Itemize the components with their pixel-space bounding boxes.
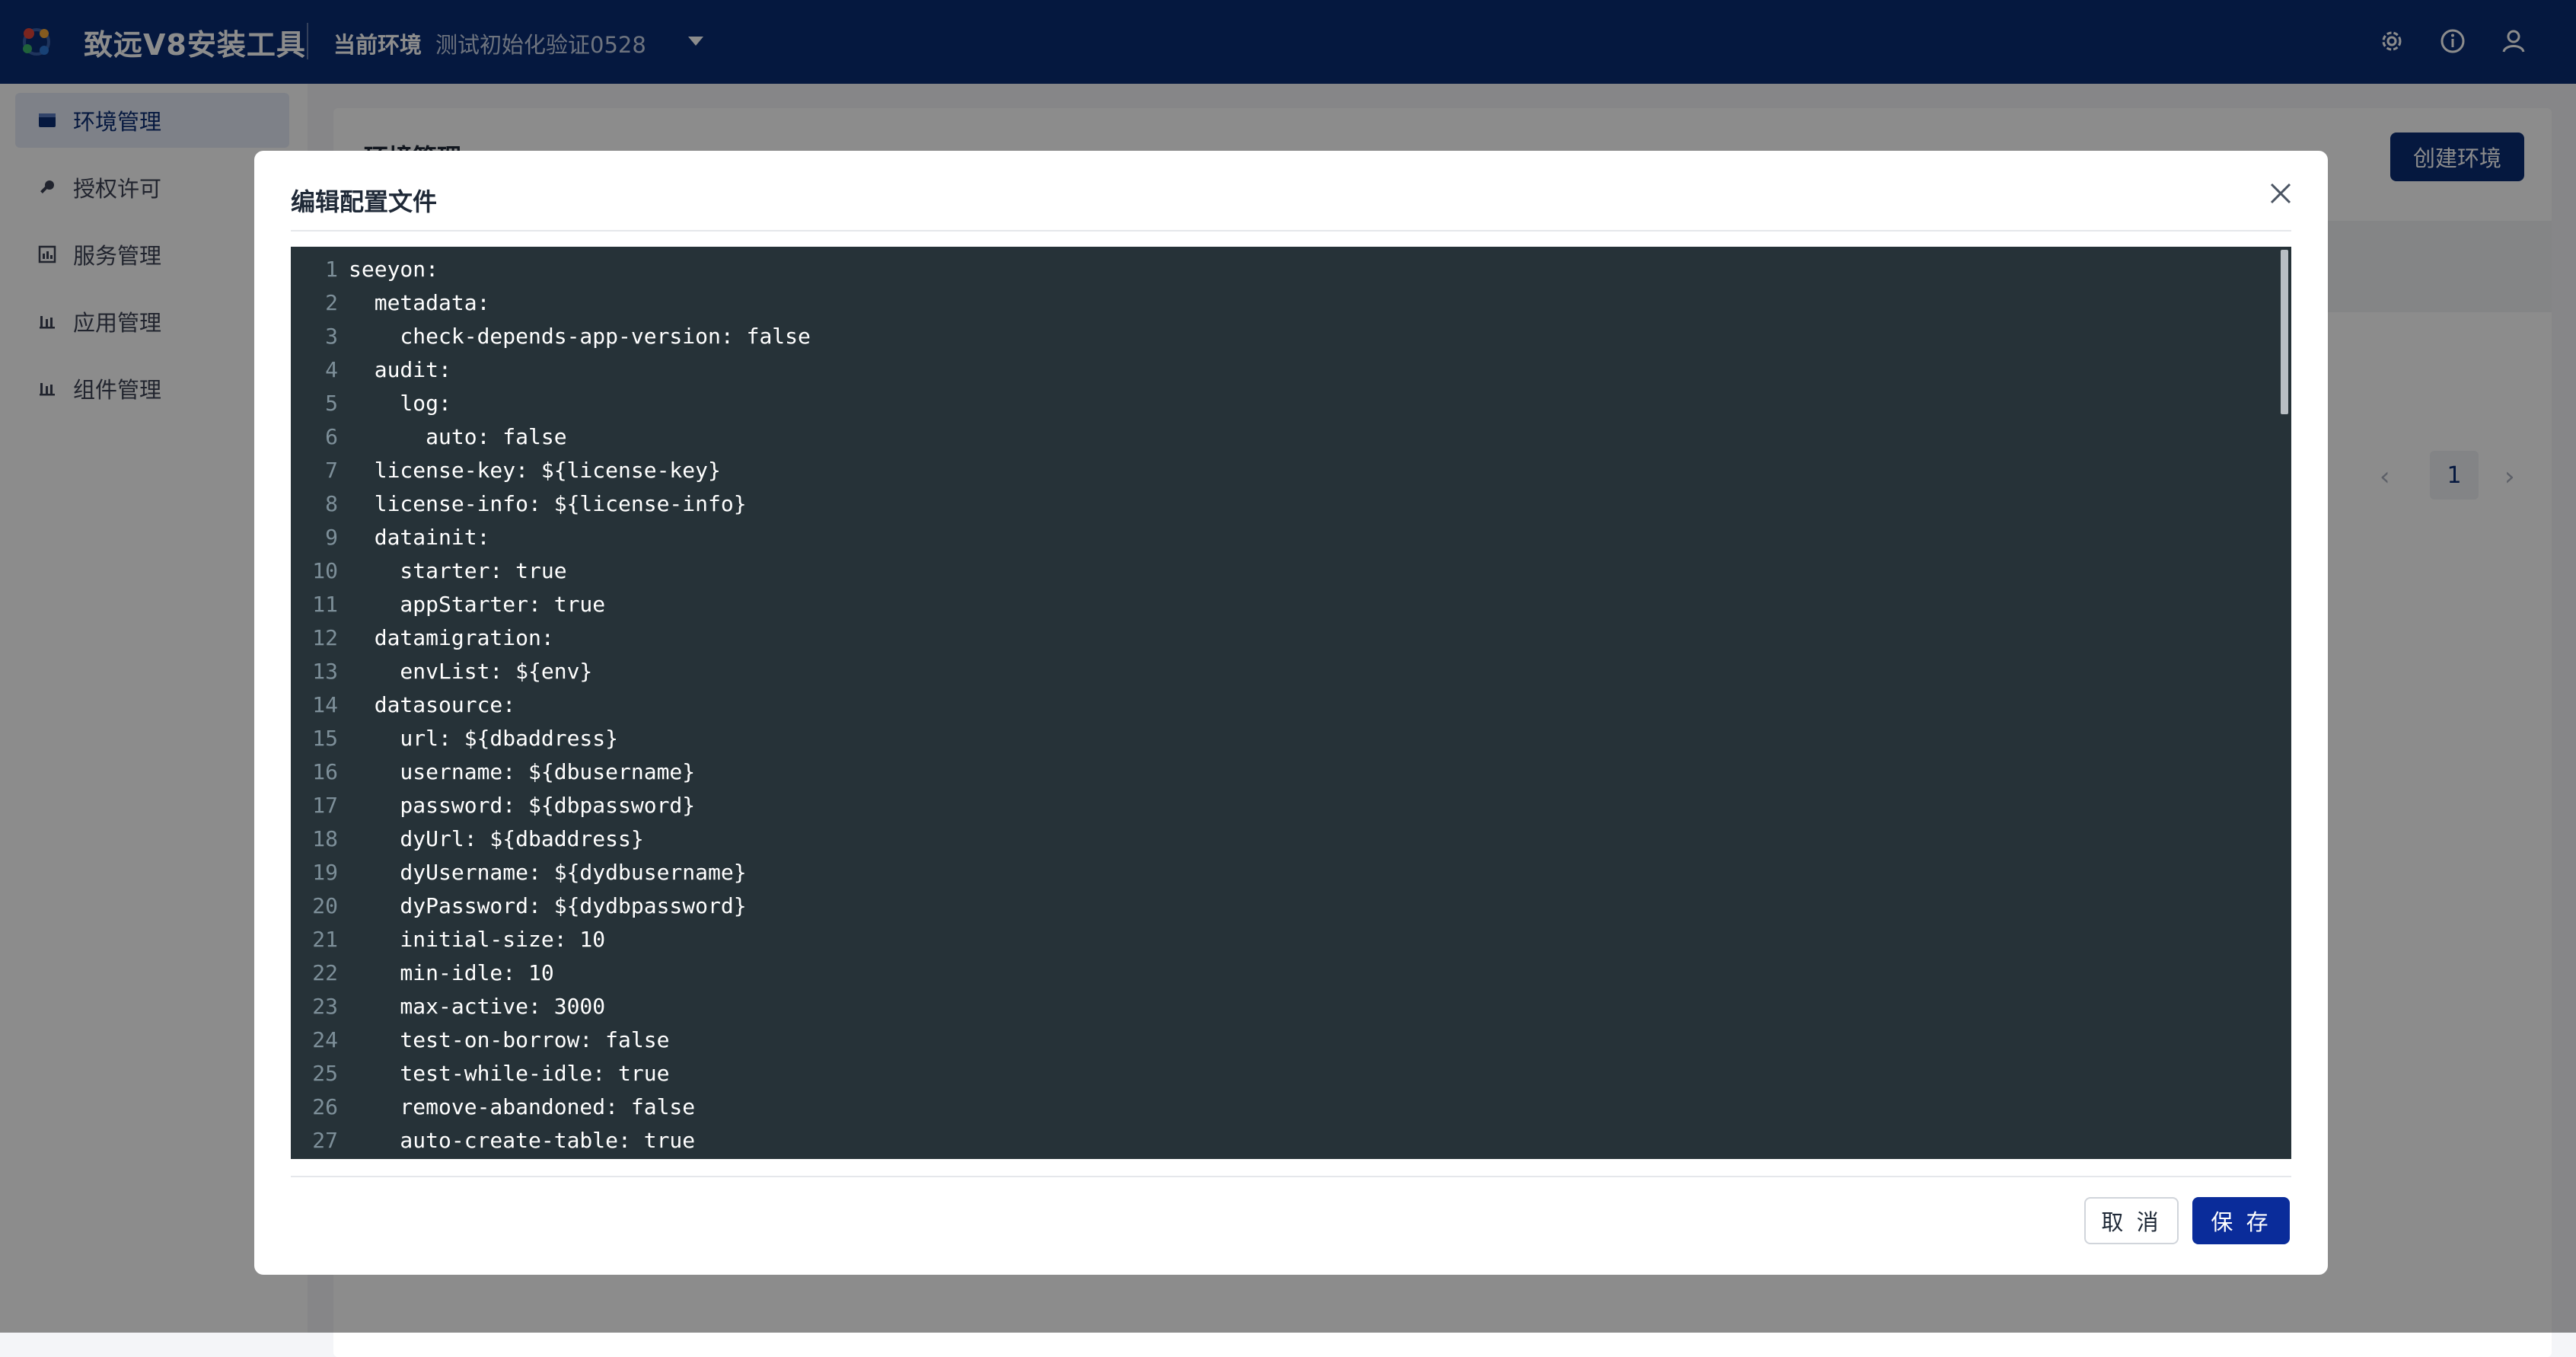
code-line[interactable]: 13 envList: ${env} bbox=[291, 655, 811, 688]
editor-scrollbar-thumb[interactable] bbox=[2281, 250, 2288, 414]
line-number: 1 bbox=[325, 257, 338, 282]
line-text: auto-create-table: true bbox=[349, 1128, 696, 1153]
line-text: username: ${dbusername} bbox=[349, 759, 696, 784]
modal-title: 编辑配置文件 bbox=[291, 187, 438, 216]
line-number: 2 bbox=[325, 290, 338, 315]
code-line[interactable]: 8 license-info: ${license-info} bbox=[291, 487, 811, 521]
code-line[interactable]: 17 password: ${dbpassword} bbox=[291, 789, 811, 822]
code-line[interactable]: 18 dyUrl: ${dbaddress} bbox=[291, 822, 811, 856]
code-line[interactable]: 10 starter: true bbox=[291, 554, 811, 588]
code-line[interactable]: 9 datainit: bbox=[291, 521, 811, 554]
line-text: url: ${dbaddress} bbox=[349, 726, 619, 751]
code-line[interactable]: 22 min-idle: 10 bbox=[291, 956, 811, 990]
line-text: test-on-borrow: false bbox=[349, 1027, 670, 1052]
line-number: 13 bbox=[312, 659, 338, 684]
line-number: 20 bbox=[312, 893, 338, 918]
code-line[interactable]: 1 seeyon: bbox=[291, 253, 811, 286]
code-line[interactable]: 2 metadata: bbox=[291, 286, 811, 320]
line-number: 10 bbox=[312, 558, 338, 583]
line-text: password: ${dbpassword} bbox=[349, 793, 696, 818]
line-number: 23 bbox=[312, 994, 338, 1019]
code-line[interactable]: 7 license-key: ${license-key} bbox=[291, 454, 811, 487]
line-text: audit: bbox=[349, 357, 451, 382]
line-text: check-depends-app-version: false bbox=[349, 324, 811, 349]
cancel-button[interactable]: 取 消 bbox=[2084, 1197, 2179, 1244]
code-line[interactable]: 16 username: ${dbusername} bbox=[291, 755, 811, 789]
line-text: initial-size: 10 bbox=[349, 927, 606, 952]
line-number: 17 bbox=[312, 793, 338, 818]
line-text: starter: true bbox=[349, 558, 567, 583]
line-text: datasource: bbox=[349, 692, 516, 717]
code-line[interactable]: 25 test-while-idle: true bbox=[291, 1057, 811, 1090]
line-text: seeyon: bbox=[349, 257, 439, 282]
line-text: auto: false bbox=[349, 424, 567, 449]
close-icon[interactable] bbox=[2264, 177, 2297, 210]
code-line[interactable]: 26 remove-abandoned: false bbox=[291, 1090, 811, 1124]
line-number: 24 bbox=[312, 1027, 338, 1052]
line-number: 22 bbox=[312, 960, 338, 985]
line-text: max-active: 3000 bbox=[349, 994, 606, 1019]
line-number: 18 bbox=[312, 826, 338, 851]
code-line[interactable]: 3 check-depends-app-version: false bbox=[291, 320, 811, 353]
line-number: 15 bbox=[312, 726, 338, 751]
line-text: log: bbox=[349, 391, 451, 416]
code-line[interactable]: 12 datamigration: bbox=[291, 621, 811, 655]
line-text: license-info: ${license-info} bbox=[349, 491, 747, 516]
edit-config-modal: 编辑配置文件 1 seeyon: 2 metadata: 3 check-depend… bbox=[254, 151, 2328, 1275]
line-text: datamigration: bbox=[349, 625, 554, 650]
code-line[interactable]: 14 datasource: bbox=[291, 688, 811, 722]
line-number: 12 bbox=[312, 625, 338, 650]
code-line[interactable]: 21 initial-size: 10 bbox=[291, 923, 811, 956]
line-number: 27 bbox=[312, 1128, 338, 1153]
line-number: 6 bbox=[325, 424, 338, 449]
line-number: 26 bbox=[312, 1094, 338, 1119]
line-text: dyPassword: ${dydbpassword} bbox=[349, 893, 747, 918]
code-editor[interactable]: 1 seeyon: 2 metadata: 3 check-depends-app-v… bbox=[291, 247, 2291, 1159]
line-number: 19 bbox=[312, 860, 338, 885]
modal-header-divider bbox=[291, 230, 2291, 231]
line-number: 14 bbox=[312, 692, 338, 717]
line-number: 7 bbox=[325, 458, 338, 483]
line-text: remove-abandoned: false bbox=[349, 1094, 696, 1119]
code-line[interactable]: 6 auto: false bbox=[291, 420, 811, 454]
code-line[interactable]: 15 url: ${dbaddress} bbox=[291, 722, 811, 755]
line-number: 25 bbox=[312, 1061, 338, 1086]
code-line[interactable]: 11 appStarter: true bbox=[291, 588, 811, 621]
line-text: test-while-idle: true bbox=[349, 1061, 670, 1086]
code-line[interactable]: 19 dyUsername: ${dydbusername} bbox=[291, 856, 811, 889]
line-number: 3 bbox=[325, 324, 338, 349]
line-number: 4 bbox=[325, 357, 338, 382]
code-line[interactable]: 4 audit: bbox=[291, 353, 811, 387]
line-text: appStarter: true bbox=[349, 592, 606, 617]
line-number: 16 bbox=[312, 759, 338, 784]
line-text: license-key: ${license-key} bbox=[349, 458, 721, 483]
code-line[interactable]: 24 test-on-borrow: false bbox=[291, 1023, 811, 1057]
line-text: min-idle: 10 bbox=[349, 960, 554, 985]
line-number: 5 bbox=[325, 391, 338, 416]
code-line[interactable]: 27 auto-create-table: true bbox=[291, 1124, 811, 1157]
modal-footer-divider bbox=[291, 1176, 2291, 1177]
line-number: 21 bbox=[312, 927, 338, 952]
line-text: metadata: bbox=[349, 290, 490, 315]
save-button[interactable]: 保 存 bbox=[2192, 1197, 2290, 1244]
code-line[interactable]: 23 max-active: 3000 bbox=[291, 990, 811, 1023]
line-number: 9 bbox=[325, 525, 338, 550]
code-line[interactable]: 20 dyPassword: ${dydbpassword} bbox=[291, 889, 811, 923]
line-text: dyUrl: ${dbaddress} bbox=[349, 826, 644, 851]
code-lines: 1 seeyon: 2 metadata: 3 check-depends-app-v… bbox=[291, 253, 811, 1157]
line-text: dyUsername: ${dydbusername} bbox=[349, 860, 747, 885]
line-number: 8 bbox=[325, 491, 338, 516]
line-number: 11 bbox=[312, 592, 338, 617]
line-text: envList: ${env} bbox=[349, 659, 593, 684]
line-text: datainit: bbox=[349, 525, 490, 550]
code-line[interactable]: 5 log: bbox=[291, 387, 811, 420]
